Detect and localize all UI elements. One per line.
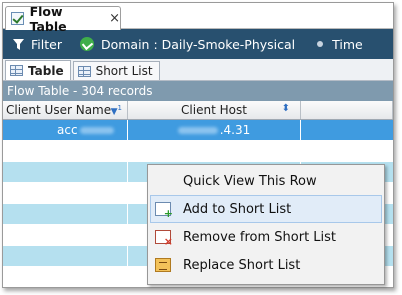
column-header-client-user-name[interactable]: Client User Name ▼1 <box>3 101 128 119</box>
cell-more <box>301 120 393 140</box>
cell-client-host: .4.31 <box>128 120 301 140</box>
sort-index: 1 <box>117 104 122 112</box>
records-count: Flow Table - 304 records <box>7 84 153 98</box>
domain-label: Domain : Daily-Smoke-Physical <box>100 36 296 52</box>
tab-flow-table[interactable]: Flow Table × <box>5 4 121 34</box>
column-header-client-host[interactable]: Client Host ⬍ <box>128 101 301 119</box>
tab-title: Flow Table <box>29 3 67 34</box>
time-label: Time <box>332 36 363 52</box>
tab-short-list[interactable]: Short List <box>72 61 160 80</box>
view-tabs: Table Short List <box>3 59 393 81</box>
replace-list-icon <box>155 258 171 272</box>
checkbox-icon <box>11 12 24 25</box>
table-row[interactable] <box>3 141 393 162</box>
column-header-more <box>301 101 393 119</box>
tab-table[interactable]: Table <box>5 60 71 80</box>
menu-item-quick-view[interactable]: Quick View This Row <box>150 167 382 195</box>
domain-icon <box>79 37 94 51</box>
cell-client-user-name: acc <box>3 120 128 140</box>
sort-icon[interactable]: ⬍ <box>282 103 290 114</box>
remove-from-list-icon <box>155 230 173 248</box>
tab-short-list-label: Short List <box>95 64 153 78</box>
sort-descending-icon[interactable]: ▼1 <box>111 104 122 117</box>
menu-item-label: Remove from Short List <box>183 229 337 245</box>
table-header: Client User Name ▼1 Client Host ⬍ <box>3 101 393 120</box>
menu-item-label: Quick View This Row <box>183 173 317 189</box>
menu-item-add-to-short-list[interactable]: Add to Short List <box>150 195 382 223</box>
close-icon[interactable]: × <box>109 11 120 26</box>
time-selector[interactable]: Time <box>295 37 363 52</box>
domain-selector[interactable]: Domain : Daily-Smoke-Physical <box>79 36 296 52</box>
redacted-text <box>177 126 218 134</box>
column-label: Client User Name <box>6 103 112 117</box>
column-label: Client Host <box>181 103 247 117</box>
table-icon <box>10 65 23 76</box>
sort-glyph: ▼ <box>110 107 118 117</box>
table-row[interactable]: acc .4.31 <box>3 120 393 141</box>
menu-item-remove-from-short-list[interactable]: Remove from Short List <box>150 223 382 251</box>
funnel-icon <box>13 38 24 50</box>
context-menu: Quick View This Row Add to Short List Re… <box>147 164 385 285</box>
filter-label: Filter <box>31 36 62 52</box>
menu-item-label: Replace Short List <box>183 257 301 273</box>
redacted-text <box>79 126 114 134</box>
records-bar: Flow Table - 304 records <box>3 81 393 101</box>
filter-button[interactable]: Filter <box>13 37 62 52</box>
cell-text: .4.31 <box>219 123 251 137</box>
tab-strip: Flow Table × <box>3 3 393 34</box>
toolbar: Filter Domain : Daily-Smoke-Physical Tim… <box>3 29 393 59</box>
cell-text: acc <box>57 123 78 137</box>
add-to-list-icon <box>155 202 173 220</box>
table-icon <box>77 65 91 77</box>
menu-item-label: Add to Short List <box>183 201 292 217</box>
tab-table-label: Table <box>28 63 64 78</box>
bullet-icon <box>317 41 324 47</box>
menu-item-replace-short-list[interactable]: Replace Short List <box>150 251 382 279</box>
